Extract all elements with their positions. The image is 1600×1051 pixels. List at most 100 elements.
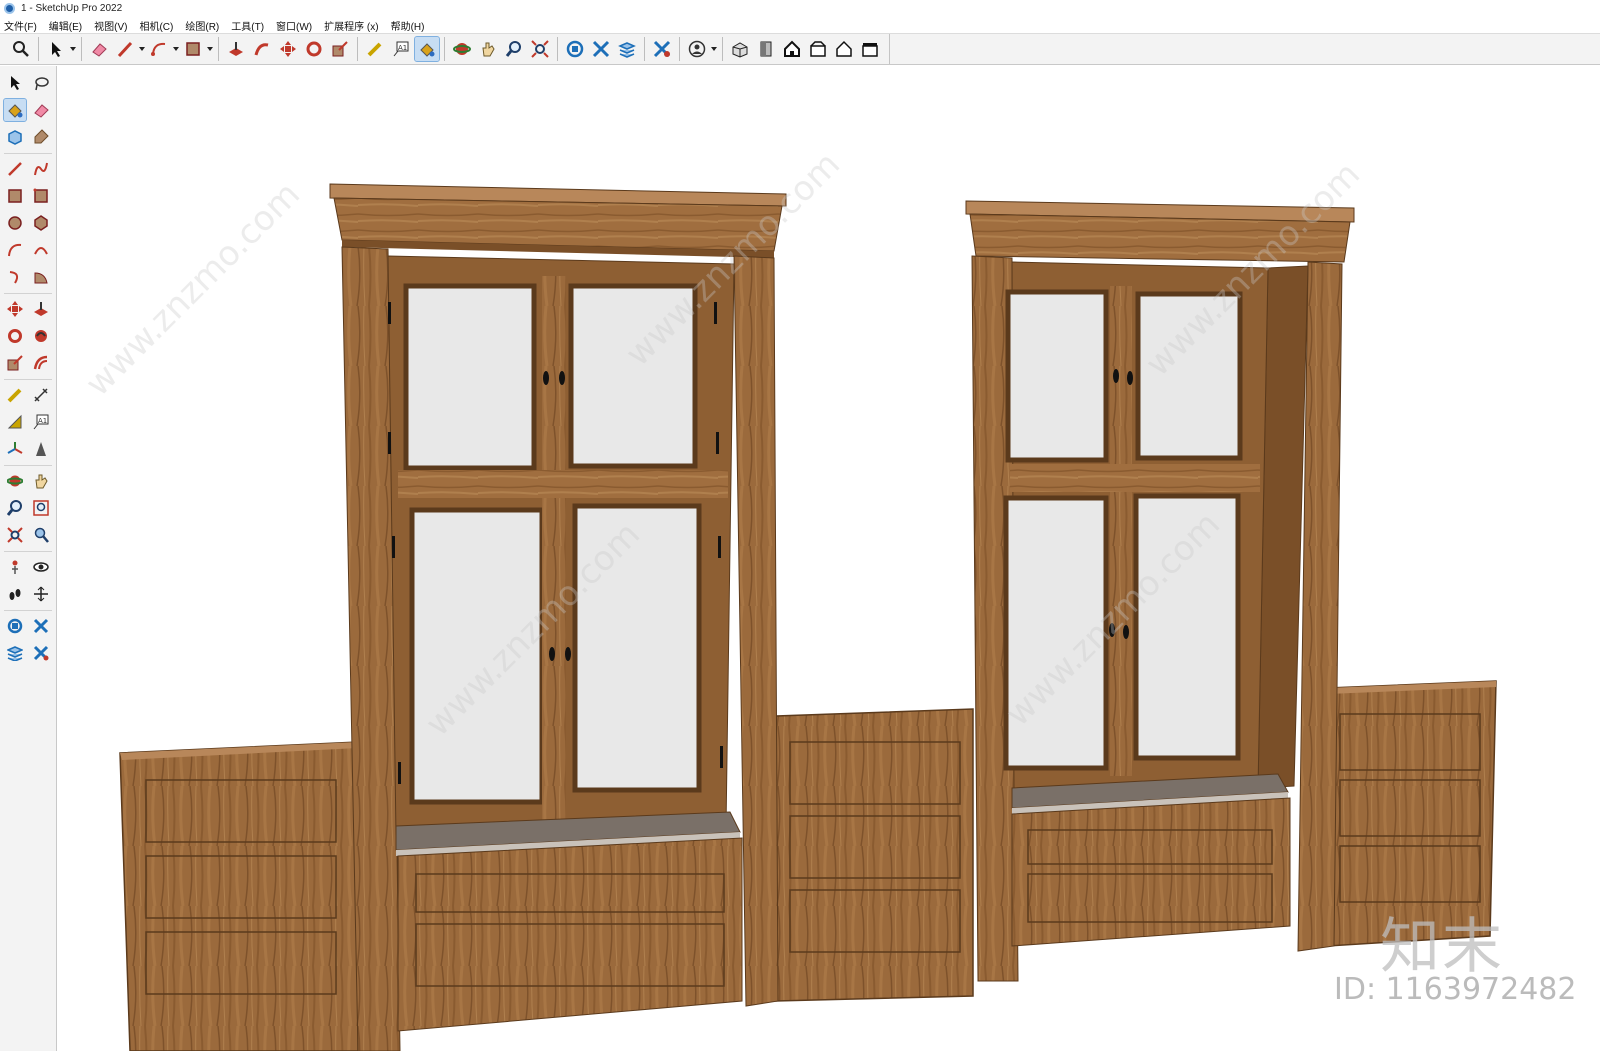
arc-icon[interactable] bbox=[147, 37, 171, 61]
iso-view-icon[interactable] bbox=[728, 37, 752, 61]
scale-icon[interactable] bbox=[4, 352, 26, 374]
push-pull-icon[interactable] bbox=[30, 298, 52, 320]
pencil-dropdown-icon[interactable] bbox=[138, 37, 146, 61]
main-toolbar: A1 bbox=[0, 33, 1600, 65]
select-icon[interactable] bbox=[4, 72, 26, 94]
rectangle-icon[interactable] bbox=[4, 185, 26, 207]
top-view-icon[interactable] bbox=[754, 37, 778, 61]
account-icon[interactable] bbox=[685, 37, 709, 61]
paint-bucket-icon[interactable] bbox=[3, 98, 27, 122]
menu-window[interactable]: 窗口(W) bbox=[276, 18, 312, 33]
two-point-arc-icon[interactable] bbox=[30, 239, 52, 261]
walk-icon[interactable] bbox=[4, 583, 26, 605]
rotate-icon[interactable] bbox=[302, 37, 326, 61]
shapes-dropdown-icon[interactable] bbox=[206, 37, 214, 61]
protractor-icon[interactable] bbox=[4, 411, 26, 433]
toolbar-divider bbox=[4, 153, 52, 154]
pan-icon[interactable] bbox=[30, 470, 52, 492]
pie-icon[interactable] bbox=[30, 266, 52, 288]
freehand-icon[interactable] bbox=[30, 158, 52, 180]
toolbar-divider bbox=[679, 37, 680, 61]
menu-edit[interactable]: 编辑(E) bbox=[49, 18, 82, 33]
watermark-id: ID: 1163972482 bbox=[1334, 972, 1577, 1007]
arc-dropdown-icon[interactable] bbox=[172, 37, 180, 61]
offset-icon[interactable] bbox=[30, 352, 52, 374]
middle-wainscot-panel bbox=[775, 708, 974, 1002]
toolbar-divider bbox=[644, 37, 645, 61]
text-icon[interactable]: A1 bbox=[389, 37, 413, 61]
dimension-icon[interactable] bbox=[30, 384, 52, 406]
move-icon[interactable] bbox=[4, 298, 26, 320]
extension-manager-icon[interactable] bbox=[30, 642, 52, 664]
orbit-icon[interactable] bbox=[4, 470, 26, 492]
layout-icon[interactable] bbox=[4, 642, 26, 664]
three-point-arc-icon[interactable] bbox=[4, 266, 26, 288]
back-view-icon[interactable] bbox=[832, 37, 856, 61]
arc-icon[interactable] bbox=[4, 239, 26, 261]
eraser-icon[interactable] bbox=[30, 99, 52, 121]
zoom-window-icon[interactable] bbox=[9, 37, 33, 61]
follow-me-icon[interactable] bbox=[30, 325, 52, 347]
zoom-extents-icon[interactable] bbox=[528, 37, 552, 61]
menu-camera[interactable]: 相机(C) bbox=[139, 18, 173, 33]
window-title: 1 - SketchUp Pro 2022 bbox=[21, 3, 123, 14]
toolbar-end-divider bbox=[889, 34, 890, 64]
right-view-icon[interactable] bbox=[806, 37, 830, 61]
toolbar-divider bbox=[4, 551, 52, 552]
toolbar-divider bbox=[38, 37, 39, 61]
3d-warehouse-icon[interactable] bbox=[563, 37, 587, 61]
pan-icon[interactable] bbox=[476, 37, 500, 61]
lasso-icon[interactable] bbox=[30, 72, 52, 94]
eraser-icon[interactable] bbox=[87, 37, 111, 61]
rotate-icon[interactable] bbox=[4, 325, 26, 347]
polygon-icon[interactable] bbox=[30, 212, 52, 234]
left-view-icon[interactable] bbox=[858, 37, 882, 61]
menu-extensions[interactable]: 扩展程序 (x) bbox=[324, 18, 378, 33]
zoom-icon[interactable] bbox=[502, 37, 526, 61]
3d-text-icon[interactable] bbox=[30, 438, 52, 460]
tape-measure-icon[interactable] bbox=[363, 37, 387, 61]
select-dropdown-icon[interactable] bbox=[69, 37, 77, 61]
push-pull-icon[interactable] bbox=[224, 37, 248, 61]
rectangle-icon[interactable] bbox=[181, 37, 205, 61]
front-view-icon[interactable] bbox=[780, 37, 804, 61]
3d-warehouse-icon[interactable] bbox=[4, 615, 26, 637]
look-around-icon[interactable] bbox=[30, 556, 52, 578]
tape-measure-icon[interactable] bbox=[4, 384, 26, 406]
title-bar: 1 - SketchUp Pro 2022 bbox=[0, 0, 1600, 17]
axes-icon[interactable] bbox=[4, 438, 26, 460]
follow-me-icon[interactable] bbox=[250, 37, 274, 61]
zoom-extents-icon[interactable] bbox=[4, 524, 26, 546]
tag-icon[interactable] bbox=[30, 126, 52, 148]
circle-icon[interactable] bbox=[4, 212, 26, 234]
text-icon[interactable]: A1 bbox=[30, 411, 52, 433]
extension-warehouse-icon[interactable] bbox=[30, 615, 52, 637]
toolbar-divider bbox=[557, 37, 558, 61]
scale-icon[interactable] bbox=[328, 37, 352, 61]
menu-tools[interactable]: 工具(T) bbox=[231, 18, 264, 33]
menu-file[interactable]: 文件(F) bbox=[4, 18, 37, 33]
zoom-icon[interactable] bbox=[4, 497, 26, 519]
extension-warehouse-icon[interactable] bbox=[589, 37, 613, 61]
layout-icon[interactable] bbox=[615, 37, 639, 61]
move-icon[interactable] bbox=[276, 37, 300, 61]
previous-view-icon[interactable] bbox=[30, 524, 52, 546]
sketchup-logo-icon bbox=[4, 3, 15, 14]
zoom-window-icon[interactable] bbox=[30, 497, 52, 519]
extension-manager-icon[interactable] bbox=[650, 37, 674, 61]
position-camera-icon[interactable] bbox=[4, 556, 26, 578]
rotated-rectangle-icon[interactable] bbox=[30, 185, 52, 207]
svg-text:A1: A1 bbox=[38, 417, 47, 425]
pencil-icon[interactable] bbox=[113, 37, 137, 61]
section-plane-icon[interactable] bbox=[30, 583, 52, 605]
line-icon[interactable] bbox=[4, 158, 26, 180]
menu-draw[interactable]: 绘图(R) bbox=[185, 18, 219, 33]
orbit-icon[interactable] bbox=[450, 37, 474, 61]
model-viewport[interactable]: www.znzmo.com www.znzmo.com www.znzmo.co… bbox=[58, 66, 1600, 1051]
paint-bucket-icon[interactable] bbox=[414, 36, 440, 62]
menu-help[interactable]: 帮助(H) bbox=[391, 18, 425, 33]
make-component-icon[interactable] bbox=[4, 126, 26, 148]
select-icon[interactable] bbox=[44, 37, 68, 61]
menu-view[interactable]: 视图(V) bbox=[94, 18, 127, 33]
account-dropdown-icon[interactable] bbox=[710, 37, 718, 61]
